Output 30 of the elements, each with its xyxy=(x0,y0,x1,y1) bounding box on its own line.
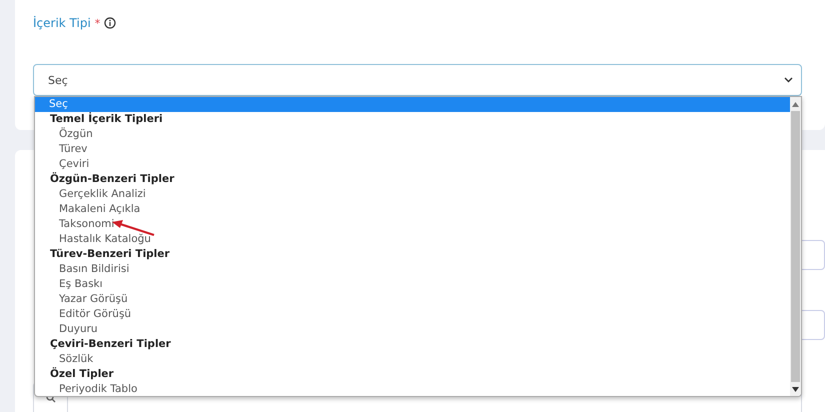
dropdown-option[interactable]: Basın Bildirisi xyxy=(35,262,790,277)
dropdown-option[interactable]: Taksonomi xyxy=(35,217,790,232)
dropdown-option[interactable]: Seç xyxy=(35,97,790,112)
dropdown-option[interactable]: Duyuru xyxy=(35,322,790,337)
content-type-select[interactable]: Seç xyxy=(33,64,802,96)
option-group-label: Çeviri-Benzeri Tipler xyxy=(49,337,172,352)
scrollbar[interactable] xyxy=(790,97,801,396)
select-value: Seç xyxy=(48,74,68,86)
field-label: İçerik Tipi xyxy=(33,16,91,30)
option-group-label: Özgün-Benzeri Tipler xyxy=(49,172,176,187)
option-group-label: Türev-Benzeri Tipler xyxy=(49,247,171,262)
chevron-down-icon xyxy=(784,77,793,83)
dropdown-option[interactable]: Gerçeklik Analizi xyxy=(35,187,790,202)
required-mark: * xyxy=(94,16,100,30)
scroll-up-icon[interactable] xyxy=(792,102,799,106)
dropdown-option[interactable]: Yazar Görüşü xyxy=(35,292,790,307)
dropdown-option[interactable]: Çeviri xyxy=(35,157,790,172)
dropdown-option[interactable]: Makaleni Açıkla xyxy=(35,202,790,217)
dropdown-option[interactable]: Periyodik Tablo xyxy=(35,382,790,396)
dropdown-option[interactable]: Türev xyxy=(35,142,790,157)
scroll-down-icon[interactable] xyxy=(792,386,799,392)
dropdown-option[interactable]: Editör Görüşü xyxy=(35,307,790,322)
scroll-thumb[interactable] xyxy=(791,111,800,382)
dropdown-option[interactable]: Eş Baskı xyxy=(35,277,790,292)
dropdown-option[interactable]: Özgün xyxy=(35,127,790,142)
dropdown-option[interactable]: Sözlük xyxy=(35,352,790,367)
option-group-label: Özel Tipler xyxy=(49,367,115,382)
dropdown-option[interactable]: Hastalık Kataloğu xyxy=(35,232,790,247)
option-group-label: Temel İçerik Tipleri xyxy=(49,112,164,127)
info-icon[interactable] xyxy=(104,17,116,29)
